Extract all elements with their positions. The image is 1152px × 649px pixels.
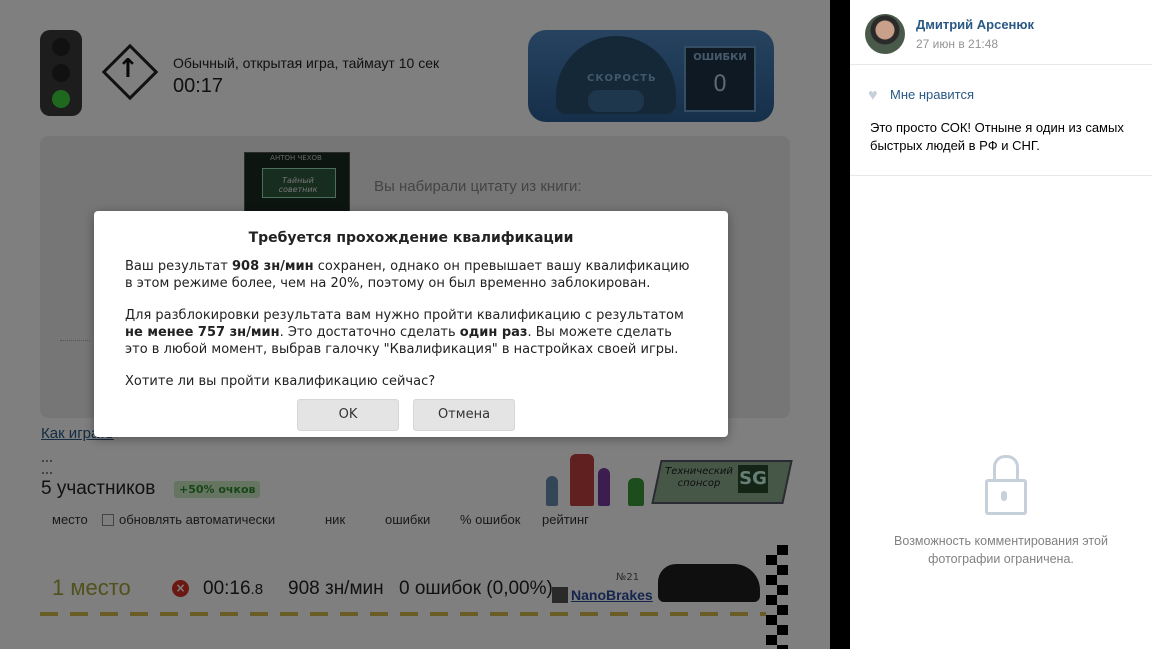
dialog-paragraph-2: Для разблокировки результата вам нужно п…: [125, 307, 695, 358]
ok-button[interactable]: OK: [297, 399, 399, 431]
comments-restricted-text: Возможность комментирования этой фотогра…: [894, 534, 1108, 566]
divider: [850, 175, 1152, 176]
lock-icon: [985, 455, 1027, 515]
qualification-dialog: Требуется прохождение квалификации Ваш р…: [94, 211, 728, 437]
cancel-button[interactable]: Отмена: [413, 399, 515, 431]
post-date[interactable]: 27 июн в 21:48: [916, 37, 998, 51]
dialog-text: Для разблокировки результата вам нужно п…: [125, 308, 684, 323]
dialog-title: Требуется прохождение квалификации: [248, 230, 574, 246]
dialog-once: один раз: [459, 325, 528, 340]
dialog-paragraph-1: Ваш результат 908 зн/мин сохранен, однак…: [125, 258, 695, 292]
author-name-link[interactable]: Дмитрий Арсенюк: [916, 17, 1034, 32]
like-button[interactable]: Мне нравится: [890, 87, 974, 102]
divider: [850, 64, 1152, 65]
panel-divider: [830, 0, 850, 649]
dialog-text: Ваш результат: [125, 259, 232, 274]
post-text: Это просто СОК! Отныне я один из самых б…: [870, 120, 1124, 153]
photo-sidebar: Дмитрий Арсенюк 27 июн в 21:48 ♥ Мне нра…: [850, 0, 1152, 649]
game-area: ↑ Обычный, открытая игра, таймаут 10 сек…: [0, 0, 830, 649]
avatar[interactable]: [865, 14, 905, 54]
dialog-text: . Это достаточно сделать: [279, 325, 460, 340]
dialog-speed: 908 зн/мин: [231, 259, 314, 274]
dialog-question: Хотите ли вы пройти квалификацию сейчас?: [125, 374, 436, 389]
dialog-min-speed: не менее 757 зн/мин: [125, 325, 280, 340]
heart-icon[interactable]: ♥: [868, 87, 878, 105]
